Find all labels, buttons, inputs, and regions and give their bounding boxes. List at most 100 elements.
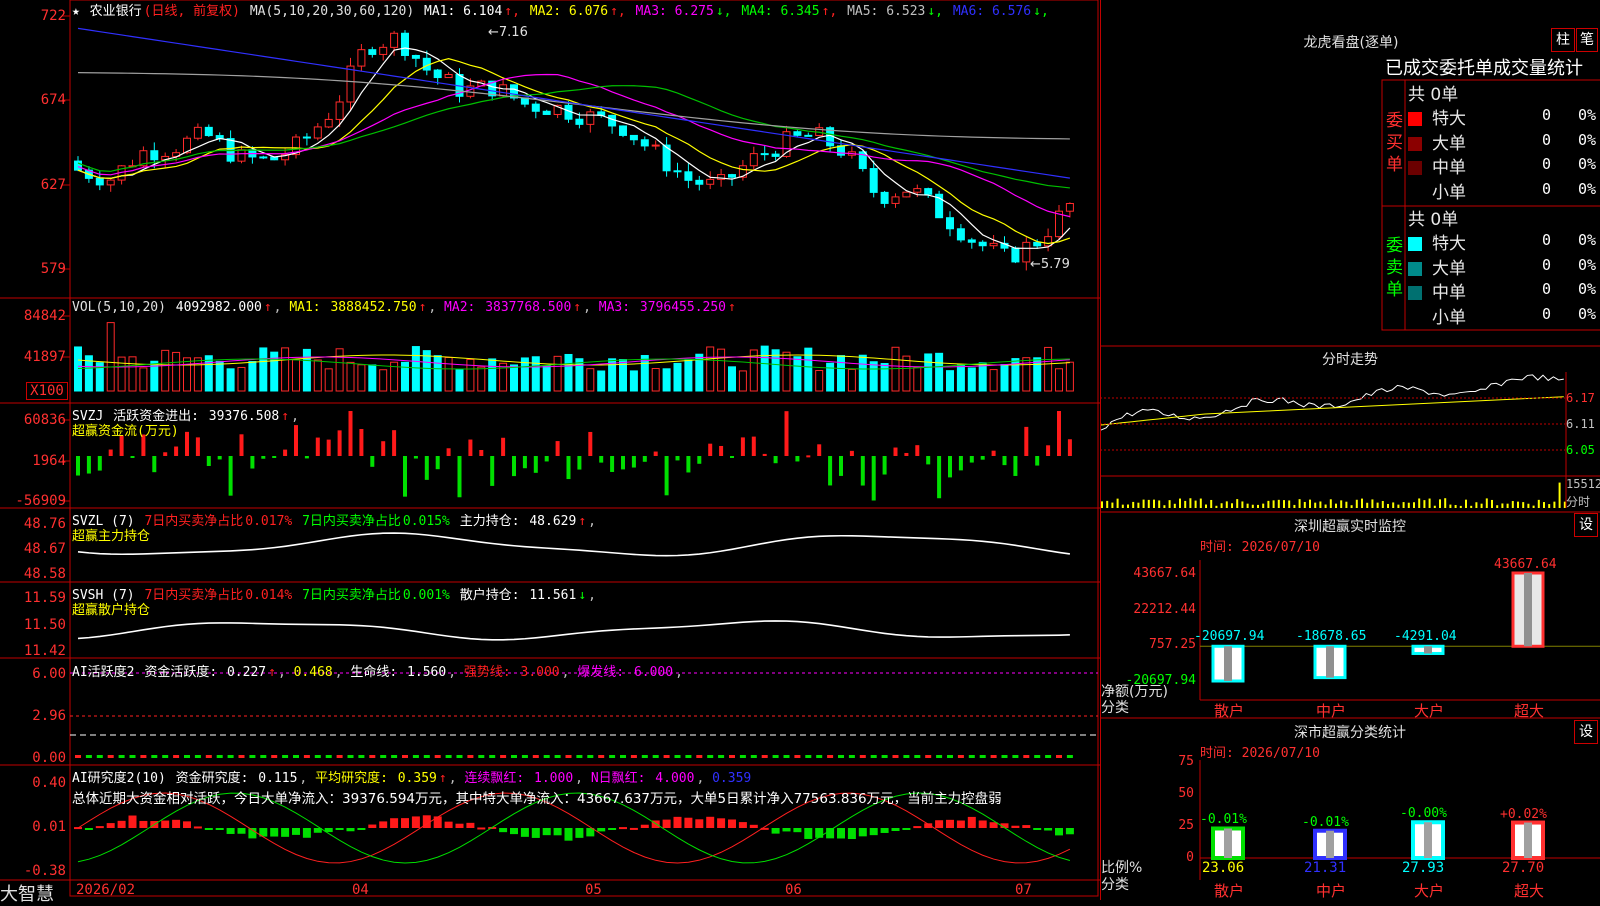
intraday-vol-bar: [1392, 502, 1395, 508]
intraday-vol-bar: [1407, 502, 1410, 508]
svzl-t2: 7日内买卖净占比: [302, 514, 401, 529]
volume-bar: [466, 358, 475, 392]
volume-bar: [204, 355, 213, 392]
activity-bar: [696, 755, 703, 758]
intraday-vol-bar: [1251, 504, 1254, 508]
order-count: 0: [1542, 231, 1552, 249]
flow-bar-out: [566, 456, 571, 480]
sell-side-label: 委卖单: [1386, 236, 1403, 300]
lhb-title: 龙虎看盘(逐单): [1303, 35, 1399, 51]
stats-change-label: -0.01%: [1302, 814, 1349, 830]
activity-bar: [271, 755, 278, 758]
volume-bar: [967, 367, 976, 392]
candle-body: [313, 126, 322, 139]
candle-body: [193, 126, 202, 139]
research-bar-up: [619, 827, 627, 830]
ai2-v5: 0.359: [712, 771, 752, 786]
volume-bar: [1044, 346, 1053, 392]
vol-axis-1: 41897: [23, 349, 66, 365]
intraday-vol-bar: [1335, 503, 1337, 508]
flow-bar-in: [392, 430, 397, 456]
flow-bar-in: [163, 452, 168, 456]
flow-bar-out: [457, 456, 462, 498]
ma-value-4: MA4: 6.345: [741, 4, 820, 19]
activity-bar: [1023, 755, 1030, 758]
activity-bar: [620, 755, 626, 758]
research-bar-up: [95, 826, 104, 829]
ai2-v1: 0.115: [258, 771, 298, 786]
price-axis-0: 722: [40, 8, 66, 24]
research-bar-up: [193, 826, 202, 829]
monitor-bar-shade: [1524, 573, 1532, 647]
tab-tick[interactable]: 笔: [1576, 28, 1598, 52]
svzj-axis-2: -56909: [15, 493, 66, 509]
volume-bar: [771, 349, 780, 392]
flow-bar-out: [522, 456, 527, 469]
candle-body: [967, 239, 976, 243]
stats-settings-button[interactable]: 设: [1574, 720, 1598, 744]
ai2-l3: 连续飘红:: [464, 771, 525, 786]
research-bar-up: [368, 824, 377, 828]
activity-bar: [369, 755, 376, 758]
activity-bar: [238, 755, 245, 758]
intraday-vol-bar: [1543, 502, 1545, 508]
intraday-vol-bar: [1303, 501, 1306, 508]
research-bar-down: [597, 828, 606, 832]
candle-body: [499, 84, 508, 97]
star-icon[interactable]: ★: [72, 4, 80, 19]
volume-bar: [237, 366, 246, 392]
volume-bar: [837, 355, 845, 392]
vol-unit: X100: [26, 382, 68, 400]
intraday-vol-bar: [1210, 499, 1213, 508]
research-bar-up: [172, 819, 181, 828]
intraday-vol-bar: [1340, 500, 1343, 508]
vol-axis-0: 84842: [23, 308, 66, 324]
ai2-name: AI研究度2(10): [72, 771, 166, 786]
ai1-v3: 1.560: [407, 665, 447, 680]
flow-bar-out: [621, 456, 625, 470]
flow-bar-out: [937, 456, 942, 499]
activity-bar: [947, 755, 953, 758]
color-swatch-icon: [1408, 112, 1422, 126]
activity-bar: [587, 755, 594, 758]
monitor-value-label: -20697.94: [1194, 629, 1265, 645]
order-count: 0: [1542, 106, 1552, 124]
flow-bar-in: [315, 437, 320, 456]
candle-body: [324, 118, 333, 128]
flow-bar-in: [893, 447, 898, 456]
research-bar-down: [1044, 828, 1053, 831]
ai1-v1: 0.227: [226, 665, 267, 680]
kline-svg[interactable]: ←7.16 ←5.79: [0, 0, 1100, 900]
order-percent: 0%: [1578, 155, 1597, 173]
volume-bar: [542, 365, 551, 392]
buy-rows-1: 大单: [1408, 129, 1466, 154]
flow-bar-in: [740, 437, 745, 456]
intraday-vol-bar: [1381, 501, 1384, 508]
activity-bar: [194, 755, 201, 758]
intraday-vol-bar: [1298, 499, 1301, 508]
tab-bar[interactable]: 柱: [1551, 28, 1575, 52]
intraday-vol-bar: [1272, 500, 1275, 508]
color-swatch-icon: [1408, 310, 1422, 325]
volume-bar: [346, 361, 355, 392]
date-1: 04: [352, 882, 369, 898]
flow-bar-in: [348, 411, 353, 456]
price-axis-1: 674: [40, 92, 66, 108]
activity-bar: [783, 755, 790, 758]
intraday-vol-unit: 分时: [1566, 495, 1591, 509]
intraday-vol-bar: [1324, 504, 1327, 508]
activity-bar: [140, 755, 147, 758]
volume-bar: [161, 349, 170, 392]
candle-body: [586, 111, 595, 125]
activity-bar: [75, 755, 81, 758]
volume-bar: [292, 359, 300, 392]
main-chart-area[interactable]: ←7.16 ←5.79 ★ 农业银行 (日线, 前复权) MA(5,10,20,30…: [0, 0, 1100, 905]
activity-bar: [1066, 755, 1073, 758]
intraday-vol-bar: [1116, 498, 1119, 508]
activity-bar: [445, 755, 452, 758]
intraday-vol-bar: [1283, 500, 1285, 508]
volume-bar: [444, 356, 453, 392]
monitor-settings-button[interactable]: 设: [1574, 513, 1598, 537]
svzl-header: SVZL (7) 7日内买卖净占比 0.017% 7日内买卖净占比 0.015% 主…: [72, 514, 596, 529]
activity-bar: [914, 755, 921, 758]
